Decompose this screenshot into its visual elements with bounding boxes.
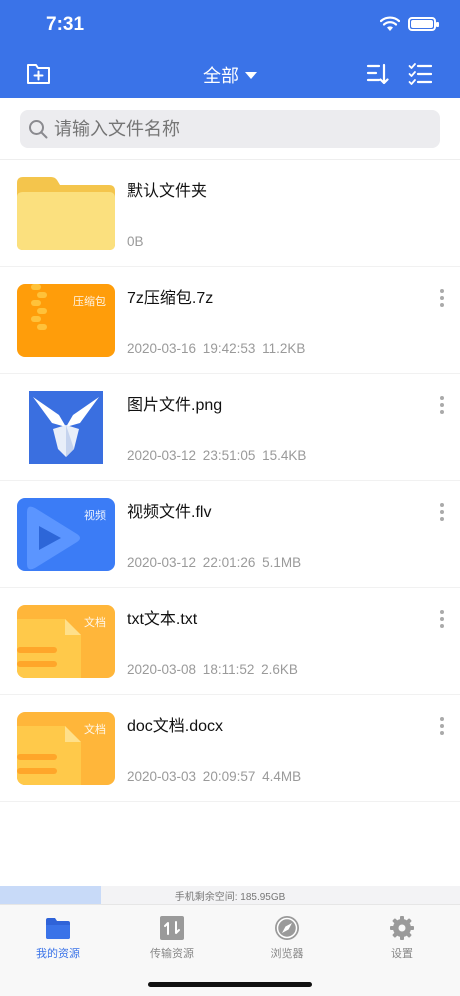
file-type-badge: 视频 (84, 510, 106, 522)
document-icon: 文档 (17, 605, 115, 678)
storage-bar: 手机剩余空间: 185.95GB (0, 886, 460, 904)
file-list: 默认文件夹 0B 压缩包 7z压缩包.7z 2020-03-16 19:42:5… (0, 160, 460, 802)
search-box[interactable] (20, 110, 440, 148)
transfer-icon (160, 916, 184, 940)
folder-icon (17, 177, 115, 250)
more-options-button[interactable] (436, 394, 448, 416)
home-indicator (148, 982, 312, 987)
more-options-button[interactable] (436, 287, 448, 309)
video-icon: 视频 (17, 498, 115, 571)
status-time: 7:31 (46, 14, 85, 35)
list-item[interactable]: 视频 视频文件.flv 2020-03-12 22:01:26 5.1MB (0, 481, 460, 588)
app-header: 7:31 全部 (0, 0, 460, 98)
file-name: doc文档.docx (127, 718, 224, 735)
image-icon (17, 391, 115, 464)
file-meta: 2020-03-12 22:01:26 5.1MB (127, 555, 302, 570)
list-item[interactable]: 文档 txt文本.txt 2020-03-08 18:11:52 2.6KB (0, 588, 460, 695)
wifi-icon (380, 16, 400, 31)
file-type-badge: 文档 (84, 617, 106, 629)
file-meta: 2020-03-08 18:11:52 2.6KB (127, 662, 298, 677)
file-name: 7z压缩包.7z (127, 290, 214, 307)
file-meta: 0B (127, 234, 144, 249)
chevron-down-icon (245, 71, 257, 79)
file-meta: 2020-03-12 23:51:05 15.4KB (127, 448, 307, 463)
file-name: txt文本.txt (127, 611, 198, 628)
status-icons (380, 16, 439, 32)
tab-label: 浏览器 (270, 948, 304, 960)
document-icon: 文档 (17, 712, 115, 785)
tab-settings[interactable]: 设置 (362, 915, 442, 961)
battery-icon (408, 17, 439, 31)
more-options-button[interactable] (436, 715, 448, 737)
list-item[interactable]: 默认文件夹 0B (0, 160, 460, 267)
more-options-button[interactable] (436, 608, 448, 630)
file-meta: 2020-03-16 19:42:53 11.2KB (127, 341, 306, 356)
tab-label: 传输资源 (150, 948, 194, 960)
list-item[interactable]: 图片文件.png 2020-03-12 23:51:05 15.4KB (0, 374, 460, 481)
folder-filter-dropdown[interactable]: 全部 (0, 62, 460, 88)
file-type-badge: 压缩包 (73, 296, 106, 308)
sort-button[interactable] (366, 62, 390, 86)
file-type-badge: 文档 (84, 724, 106, 736)
archive-icon: 压缩包 (17, 284, 115, 357)
folder-icon (46, 918, 70, 939)
gear-icon (390, 916, 414, 940)
list-item[interactable]: 文档 doc文档.docx 2020-03-03 20:09:57 4.4MB (0, 695, 460, 802)
page-title: 全部 (203, 66, 239, 86)
list-item[interactable]: 压缩包 7z压缩包.7z 2020-03-16 19:42:53 11.2KB (0, 267, 460, 374)
tab-label: 设置 (391, 948, 413, 960)
tab-transfer[interactable]: 传输资源 (132, 915, 212, 961)
storage-label: 手机剩余空间: 185.95GB (174, 892, 286, 903)
search-bar (0, 98, 460, 160)
tab-label: 我的资源 (36, 948, 80, 960)
search-input[interactable] (54, 118, 414, 140)
file-meta: 2020-03-03 20:09:57 4.4MB (127, 769, 302, 784)
toolbar: 全部 (0, 56, 460, 94)
multi-select-button[interactable] (408, 62, 432, 86)
more-options-button[interactable] (436, 501, 448, 523)
tab-my-resources[interactable]: 我的资源 (18, 915, 98, 961)
file-name: 视频文件.flv (127, 504, 212, 521)
tab-browser[interactable]: 浏览器 (247, 915, 327, 961)
file-name: 图片文件.png (127, 397, 223, 414)
compass-icon (275, 916, 299, 940)
file-name: 默认文件夹 (127, 183, 208, 200)
search-icon (29, 120, 48, 139)
